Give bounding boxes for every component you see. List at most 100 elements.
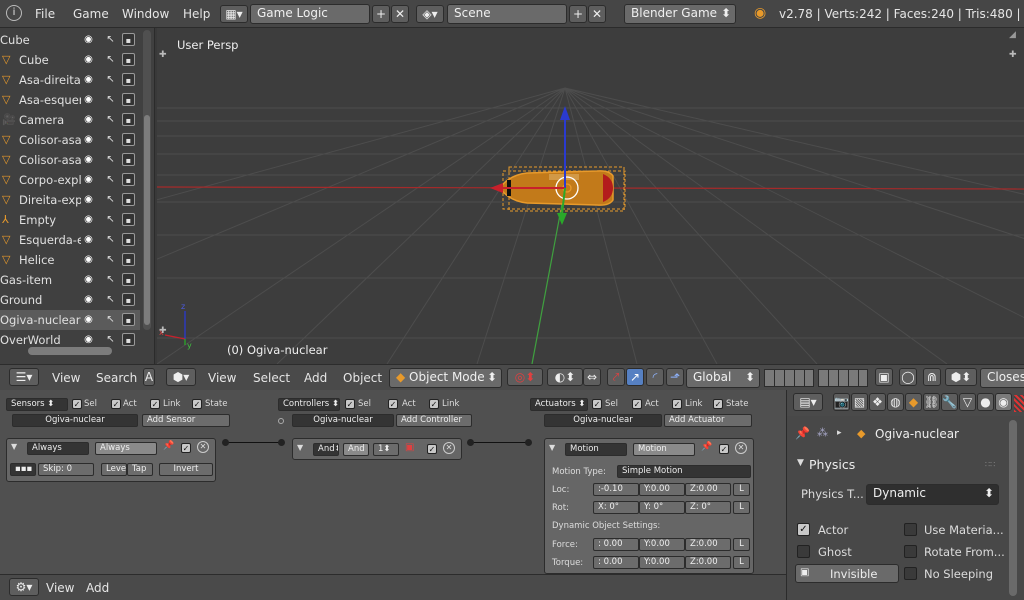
controller-name-field[interactable]: And [343, 443, 369, 456]
visibility-eye-icon[interactable]: ◉ [82, 173, 95, 186]
filter-icon[interactable]: A [143, 368, 155, 386]
snap-icon[interactable]: ⋒ [923, 368, 941, 386]
rot-local-button[interactable]: L [733, 501, 750, 514]
object-tab-icon[interactable]: ◆ [905, 393, 922, 411]
add-scene-icon[interactable]: + [569, 5, 587, 23]
use-material-checkbox[interactable] [904, 523, 917, 536]
sensors-link-checkbox[interactable]: ✓ [150, 399, 160, 409]
collapse-icon[interactable]: ▼ [549, 443, 555, 452]
outliner-item[interactable]: ▽ Asa-esquerd◉ ↖ ▪ [0, 90, 140, 110]
menu-game[interactable]: Game [73, 7, 109, 21]
logic-editor-icon[interactable]: ⚙▾ [9, 578, 39, 596]
sensors-act-checkbox[interactable]: ✓ [111, 399, 121, 409]
motion-type-dropdown[interactable]: Simple Motion [617, 465, 751, 478]
rot-x-field[interactable]: X: 0° [593, 501, 639, 514]
invisible-button[interactable]: ▣ Invisible [795, 564, 899, 583]
lock-layers-icon[interactable]: ▣ [875, 368, 893, 386]
add-sensor-dropdown[interactable]: Add Sensor [142, 414, 230, 427]
outliner-item[interactable]: Cube ◉ ↖ ▪ [0, 30, 140, 50]
sensor-name-field[interactable]: Always [95, 442, 157, 455]
world-tab-icon[interactable]: ◍ [887, 393, 904, 411]
link-dot[interactable] [467, 439, 474, 446]
info-editor-icon[interactable]: i [6, 5, 22, 21]
render-camera-icon[interactable]: ▪ [122, 213, 135, 226]
force-local-button[interactable]: L [733, 538, 750, 551]
tabs-overflow[interactable] [1014, 395, 1024, 412]
visibility-eye-icon[interactable]: ◉ [82, 53, 95, 66]
outliner-item[interactable]: ▽ Esquerda-ex◉ ↖ ▪ [0, 230, 140, 250]
physics-panel-title[interactable]: Physics [809, 457, 855, 472]
torque-x-field[interactable]: : 0.00 [593, 556, 639, 569]
skip-field[interactable]: Skip: 0 [38, 463, 94, 476]
outliner-item[interactable]: 🎥 Camera ◉ ↖ ▪ [0, 110, 140, 130]
sensors-sel-checkbox[interactable]: ✓ [72, 399, 82, 409]
loc-y-field[interactable]: Y:0.00 [639, 483, 685, 496]
sensor-active-checkbox[interactable]: ✓ [181, 443, 191, 453]
visibility-eye-icon[interactable]: ◉ [82, 93, 95, 106]
physics-type-dropdown[interactable]: Dynamic ⬍ [866, 484, 999, 505]
delete-layout-icon[interactable]: ✕ [391, 5, 409, 23]
no-sleeping-checkbox[interactable] [904, 567, 917, 580]
visibility-eye-icon[interactable]: ◉ [82, 293, 95, 306]
controller-type-dropdown[interactable]: And⬍ [313, 443, 339, 456]
selectable-cursor-icon[interactable]: ↖ [104, 333, 117, 346]
remove-icon[interactable]: ✕ [735, 442, 747, 454]
selectable-cursor-icon[interactable]: ↖ [104, 293, 117, 306]
render-camera-icon[interactable]: ▪ [122, 333, 135, 346]
actuator-active-checkbox[interactable]: ✓ [719, 444, 729, 454]
render-camera-icon[interactable]: ▪ [122, 33, 135, 46]
scene-name-field[interactable]: Scene [447, 4, 567, 24]
ghost-checkbox[interactable] [797, 545, 810, 558]
logic-menu-add[interactable]: Add [86, 581, 109, 595]
collapse-icon[interactable]: ▼ [11, 442, 17, 451]
loc-x-field[interactable]: :-0.10 [593, 483, 639, 496]
selectable-cursor-icon[interactable]: ↖ [104, 233, 117, 246]
visibility-eye-icon[interactable]: ◉ [82, 133, 95, 146]
orientation-dropdown[interactable]: Global ⬍ [686, 368, 760, 388]
visibility-eye-icon[interactable]: ◉ [82, 193, 95, 206]
menu-add[interactable]: Add [304, 371, 327, 385]
selectable-cursor-icon[interactable]: ↖ [104, 273, 117, 286]
data-tab-icon[interactable]: ▽ [959, 393, 976, 411]
add-actuator-dropdown[interactable]: Add Actuator [664, 414, 752, 427]
proportional-edit-icon[interactable]: ◯ [899, 368, 917, 386]
remove-icon[interactable]: ✕ [197, 441, 209, 453]
outliner-item[interactable]: ▽ Colisor-asae◉ ↖ ▪ [0, 150, 140, 170]
translate-manipulator-icon[interactable]: ↗ [626, 368, 644, 386]
selectable-cursor-icon[interactable]: ↖ [104, 253, 117, 266]
controllers-act-checkbox[interactable]: ✓ [388, 399, 398, 409]
visibility-eye-icon[interactable]: ◉ [82, 233, 95, 246]
tap-button[interactable]: Tap [127, 463, 153, 476]
actuators-sel-checkbox[interactable]: ✓ [592, 399, 602, 409]
pulse-toggle[interactable]: ▪▪▪ [10, 463, 36, 476]
actuators-dropdown[interactable]: Actuators ⬍ [530, 398, 588, 411]
selectable-cursor-icon[interactable]: ↖ [104, 193, 117, 206]
render-camera-icon[interactable]: ▪ [122, 73, 135, 86]
torque-local-button[interactable]: L [733, 556, 750, 569]
outliner-item[interactable]: ▽ Corpo-explo◉ ↖ ▪ [0, 170, 140, 190]
outliner-item[interactable]: ▽ Cube ◉ ↖ ▪ [0, 50, 140, 70]
actuator-type-dropdown[interactable]: Motion [565, 443, 627, 456]
selectable-cursor-icon[interactable]: ↖ [104, 133, 117, 146]
scale-manipulator-icon[interactable]: ⬏ [666, 368, 684, 386]
render-camera-icon[interactable]: ▪ [122, 273, 135, 286]
controllers-sel-checkbox[interactable]: ✓ [345, 399, 355, 409]
manipulator-toggle-icon[interactable]: ⇔ [583, 368, 601, 386]
controllers-dropdown[interactable]: Controllers ⬍ [278, 398, 340, 411]
menu-object[interactable]: Object [343, 371, 382, 385]
outliner-item[interactable]: ▽ Asa-direita ◉ ↖ ▪ [0, 70, 140, 90]
pin-icon[interactable]: 📌 [163, 441, 174, 451]
bookmark-icon[interactable]: ▣ [405, 442, 414, 453]
selectable-cursor-icon[interactable]: ↖ [104, 53, 117, 66]
scene-icon[interactable]: ◈▾ [416, 5, 444, 23]
menu-select[interactable]: Select [253, 371, 290, 385]
actuators-link-checkbox[interactable]: ✓ [672, 399, 682, 409]
selectable-cursor-icon[interactable]: ↖ [104, 173, 117, 186]
visibility-eye-icon[interactable]: ◉ [82, 113, 95, 126]
outliner-scroll-thumb[interactable] [144, 115, 150, 325]
controller-state-field[interactable]: 1⬍ [373, 443, 399, 456]
selectable-cursor-icon[interactable]: ↖ [104, 113, 117, 126]
properties-scrollbar[interactable] [1009, 420, 1017, 596]
actuators-state-checkbox[interactable]: ✓ [713, 399, 723, 409]
translate-icon[interactable]: ⤤ [607, 368, 625, 386]
